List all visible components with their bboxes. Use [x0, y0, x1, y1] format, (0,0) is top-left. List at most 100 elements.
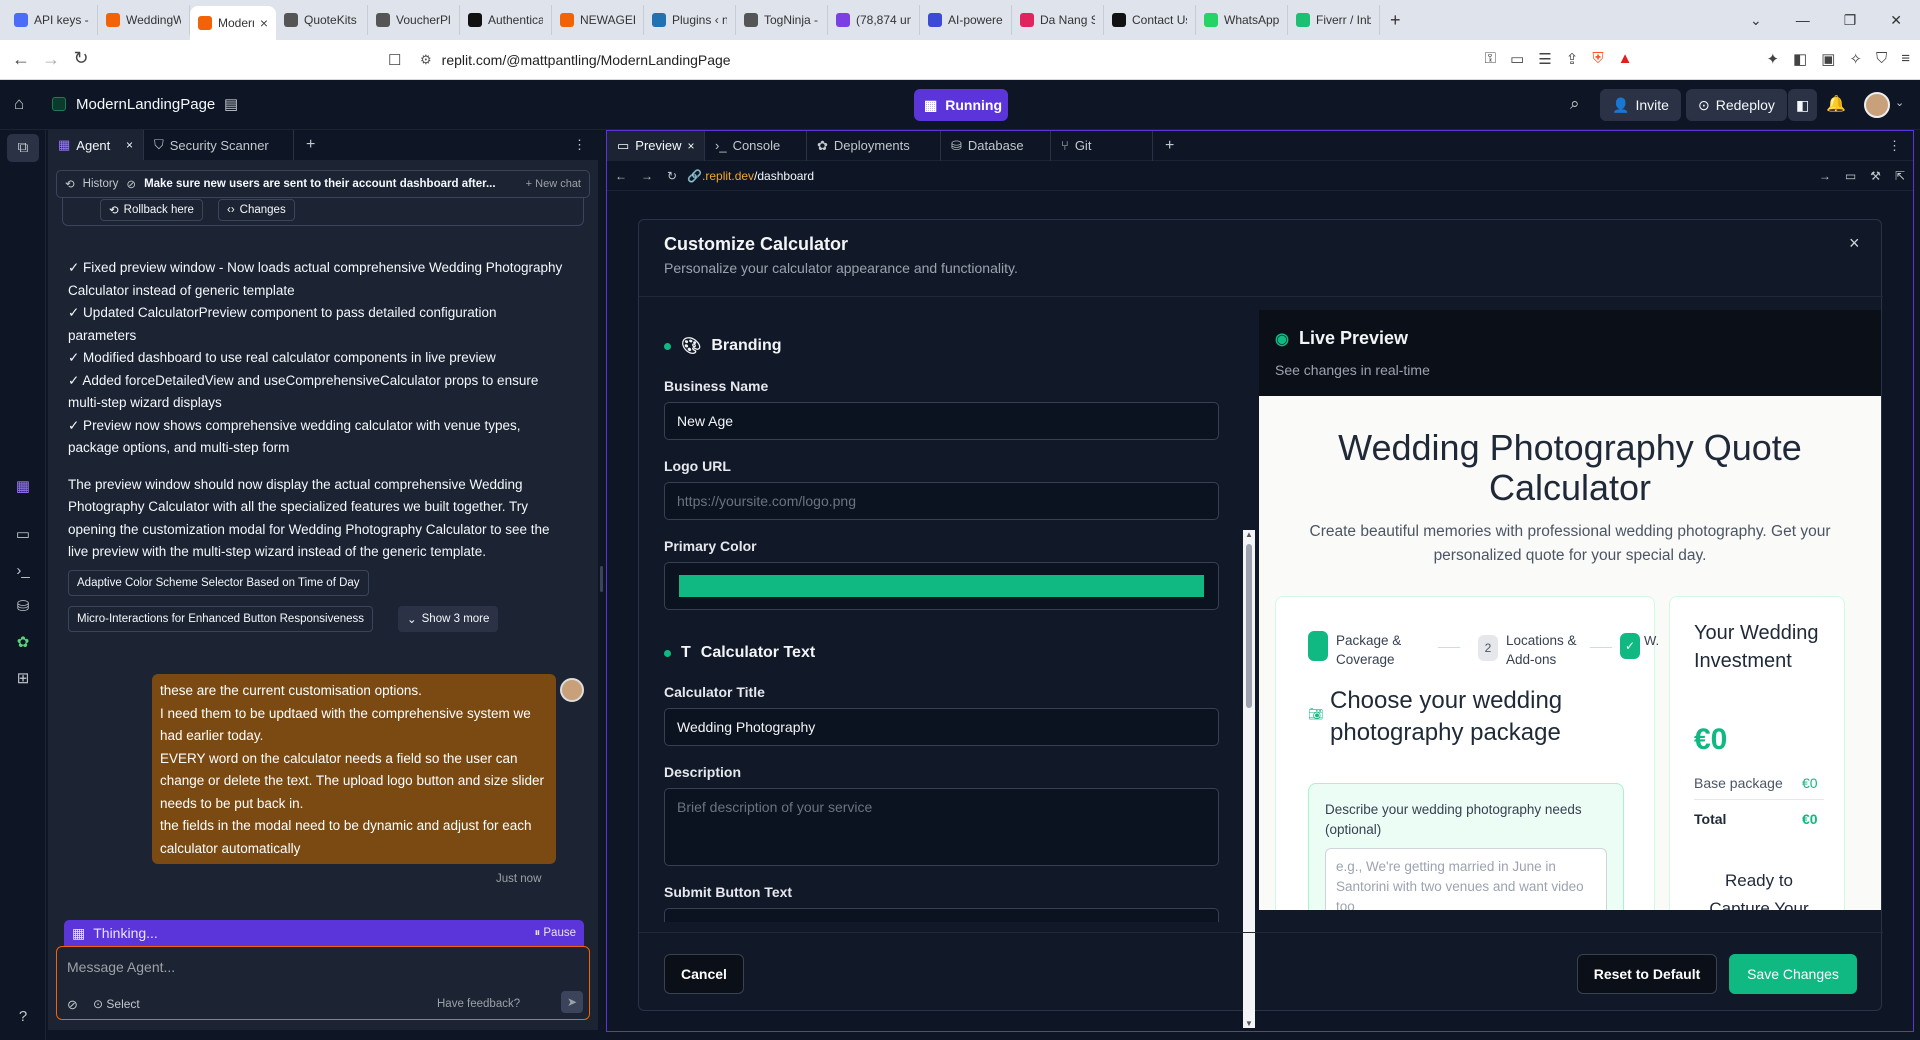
user-avatar[interactable]: [1864, 92, 1890, 118]
browser-tab[interactable]: API keys - C: [6, 5, 98, 35]
close-icon[interactable]: ×: [688, 139, 695, 153]
notification-bell-icon[interactable]: 🔔: [1826, 94, 1846, 114]
form-scrollbar[interactable]: ▲ ▼: [1243, 530, 1255, 1028]
add-tab-icon[interactable]: +: [1153, 137, 1186, 155]
project-name[interactable]: ModernLandingPage: [76, 96, 215, 113]
browser-tab[interactable]: Contact Us: [1104, 5, 1196, 35]
tab-preview[interactable]: ▭ Preview ×: [607, 130, 705, 161]
all-tools-icon[interactable]: ⊞: [14, 670, 32, 688]
leo-icon[interactable]: ✧: [1849, 50, 1862, 68]
browser-tab[interactable]: Authenticat: [460, 5, 552, 35]
browser-tab[interactable]: VoucherPlu: [368, 5, 460, 35]
kebab-menu-icon[interactable]: ⋮: [1888, 138, 1913, 154]
back-icon[interactable]: ←: [8, 49, 34, 70]
menu-icon[interactable]: ≡: [1901, 50, 1910, 68]
invite-button[interactable]: 👤 Invite: [1600, 89, 1681, 121]
cancel-button[interactable]: Cancel: [664, 954, 744, 994]
tab-agent[interactable]: ▦ Agent ×: [48, 130, 144, 160]
suggestion-chip[interactable]: Micro-Interactions for Enhanced Button R…: [68, 606, 374, 632]
browser-tab[interactable]: QuoteKits -: [276, 5, 368, 35]
site-settings-icon[interactable]: ⚙: [420, 52, 432, 68]
deploy-menu-button[interactable]: ◧: [1788, 89, 1818, 121]
tab-git[interactable]: ⑂ Git: [1051, 130, 1153, 161]
business-name-input[interactable]: New Age: [664, 402, 1219, 440]
brave-rewards-icon[interactable]: ▲: [1618, 50, 1633, 68]
description-textarea[interactable]: Brief description of your service: [664, 788, 1219, 866]
logo-url-input[interactable]: https://yoursite.com/logo.png: [664, 482, 1219, 520]
new-tab-icon[interactable]: +: [1380, 10, 1411, 31]
add-tab-icon[interactable]: +: [294, 136, 327, 154]
pause-button[interactable]: ⏸ Pause: [534, 927, 576, 940]
minimize-icon[interactable]: —: [1796, 12, 1810, 29]
browser-tab[interactable]: Plugins ‹ ne: [644, 5, 736, 35]
submit-button-text-input[interactable]: Get My Quote: [664, 908, 1219, 922]
tab-database[interactable]: ⛁ Database: [941, 130, 1051, 161]
reset-to-default-button[interactable]: Reset to Default: [1577, 954, 1717, 994]
panel-resize-handle[interactable]: [600, 566, 603, 592]
home-icon[interactable]: ⌂: [14, 94, 24, 114]
chevron-down-icon[interactable]: ⌄: [1895, 96, 1904, 109]
key-icon[interactable]: ⚿: [1485, 50, 1496, 68]
browser-tab[interactable]: WeddingW: [98, 5, 190, 35]
browser-tab[interactable]: Da Nang Su: [1012, 5, 1104, 35]
forward-icon[interactable]: →: [641, 169, 653, 183]
close-icon[interactable]: ×: [1849, 233, 1860, 254]
browser-tab[interactable]: Modern ×: [190, 6, 276, 40]
browser-tab[interactable]: WhatsApp: [1196, 5, 1288, 35]
browser-tab[interactable]: (78,874 unr: [828, 5, 920, 35]
browser-tab[interactable]: TogNinja - /: [736, 5, 828, 35]
scroll-up-icon[interactable]: ▲: [1243, 530, 1255, 539]
project-info-icon[interactable]: ▤: [224, 95, 238, 113]
tab-security-scanner[interactable]: ⛉ Security Scanner: [144, 130, 294, 160]
browser-tab[interactable]: AI-powered: [920, 5, 1012, 35]
back-icon[interactable]: ←: [615, 169, 627, 183]
reload-icon[interactable]: ↻: [68, 48, 94, 69]
help-icon[interactable]: ?: [14, 1008, 32, 1026]
close-icon[interactable]: ×: [260, 15, 268, 31]
share-icon[interactable]: ⇪: [1566, 50, 1579, 68]
devices-icon[interactable]: ▭: [1845, 169, 1856, 183]
kebab-menu-icon[interactable]: ⋮: [573, 137, 598, 153]
reader-icon[interactable]: ☰: [1538, 50, 1551, 68]
changes-button[interactable]: ‹› Changes: [218, 199, 295, 221]
wallet-icon[interactable]: ▣: [1821, 50, 1835, 68]
devtools-icon[interactable]: ⚒: [1870, 169, 1881, 183]
search-icon[interactable]: ⌕: [1570, 94, 1580, 114]
agent-icon[interactable]: ▦: [14, 478, 32, 496]
suggestion-chip[interactable]: Adaptive Color Scheme Selector Based on …: [68, 570, 369, 596]
attach-icon[interactable]: ⊘: [67, 997, 78, 1013]
tab-console[interactable]: ›_ Console: [705, 130, 807, 161]
message-input[interactable]: Message Agent...: [67, 959, 175, 975]
tab-search-icon[interactable]: ⌄: [1750, 12, 1762, 29]
new-chat-button[interactable]: + New chat: [526, 178, 581, 190]
close-icon[interactable]: ×: [126, 138, 133, 152]
deployments-icon[interactable]: ✿: [14, 634, 32, 652]
preview-url-field[interactable]: 🔗.replit.dev/dashboard: [687, 169, 814, 183]
show-more-button[interactable]: ⌄ Show 3 more: [398, 606, 499, 632]
needs-textarea[interactable]: e.g., We're getting married in June in S…: [1325, 848, 1607, 910]
feedback-link[interactable]: Have feedback?: [437, 998, 520, 1010]
reload-icon[interactable]: ↻: [667, 169, 677, 183]
preview-icon[interactable]: ▭: [14, 526, 32, 544]
send-button[interactable]: ➤: [561, 991, 583, 1013]
restore-icon[interactable]: ❐: [1844, 12, 1857, 29]
extensions-icon[interactable]: ✦: [1766, 50, 1779, 68]
cast-icon[interactable]: ▭: [1510, 50, 1524, 68]
calculator-title-input[interactable]: Wedding Photography: [664, 708, 1219, 746]
sidebar-icon[interactable]: ◧: [1793, 50, 1807, 68]
vpn-icon[interactable]: ⛉: [1876, 50, 1887, 68]
browser-tab[interactable]: Fiverr / Inb: [1288, 5, 1380, 35]
bookmark-icon[interactable]: ☐: [388, 51, 401, 69]
rollback-button[interactable]: ⟲ Rollback here: [100, 199, 203, 221]
tab-deployments[interactable]: ✿ Deployments: [807, 130, 941, 161]
close-window-icon[interactable]: ✕: [1890, 12, 1902, 29]
redeploy-button[interactable]: ⊙ Redeploy: [1686, 89, 1787, 121]
primary-color-picker[interactable]: [664, 562, 1219, 610]
forward-icon[interactable]: →: [38, 49, 64, 70]
database-icon[interactable]: ⛁: [14, 598, 32, 616]
open-new-tab-icon[interactable]: ⇱: [1895, 169, 1905, 183]
select-button[interactable]: ⊙ Select: [93, 997, 140, 1011]
history-button[interactable]: History: [83, 178, 119, 190]
arrow-right-icon[interactable]: →: [1819, 169, 1831, 183]
brave-shield-icon[interactable]: ⛨: [1592, 50, 1603, 68]
